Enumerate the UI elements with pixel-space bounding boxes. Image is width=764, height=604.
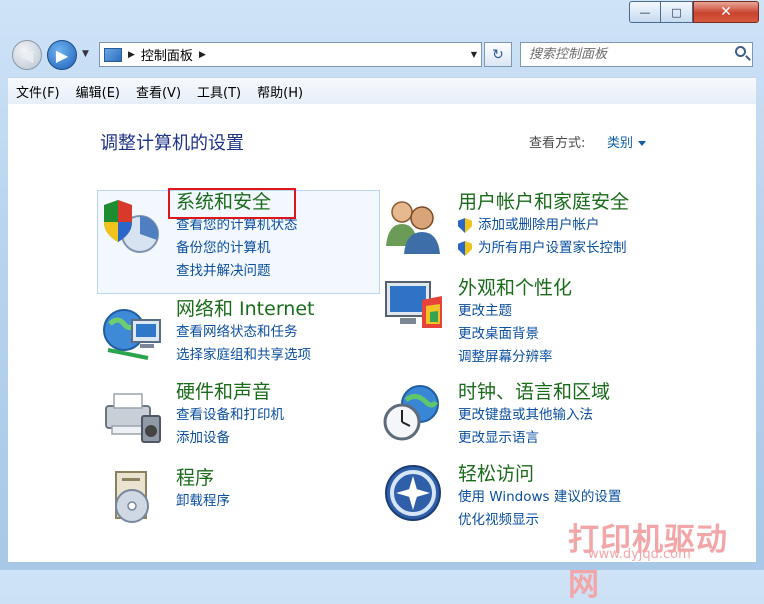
category-title-network-internet[interactable]: 网络和 Internet <box>176 297 314 321</box>
menu-edit[interactable]: 编辑(E) <box>68 82 128 101</box>
link-windows-recommended-settings[interactable]: 使用 Windows 建议的设置 <box>458 486 621 509</box>
view-by-label: 查看方式: <box>529 136 586 151</box>
back-button[interactable]: ◀ <box>12 40 42 70</box>
appearance-personalization-icon <box>385 281 442 328</box>
category-title-appearance[interactable]: 外观和个性化 <box>458 276 572 300</box>
link-homegroup-sharing[interactable]: 选择家庭组和共享选项 <box>176 344 314 367</box>
recent-pages-dropdown[interactable]: ▼ <box>82 49 89 59</box>
category-title-ease-of-access[interactable]: 轻松访问 <box>458 462 621 486</box>
menu-help[interactable]: 帮助(H) <box>249 82 311 101</box>
forward-button[interactable]: ▶ <box>47 40 77 70</box>
clock-language-region-icon <box>383 385 439 441</box>
category-title-user-accounts[interactable]: 用户帐户和家庭安全 <box>458 190 629 214</box>
category-clock-language-region: 时钟、语言和区域 更改键盘或其他输入法 更改显示语言 <box>458 380 610 450</box>
link-view-network-status[interactable]: 查看网络状态和任务 <box>176 321 314 344</box>
category-programs: 程序 卸载程序 <box>176 466 230 513</box>
category-title-programs[interactable]: 程序 <box>176 466 230 490</box>
view-by-value[interactable]: 类别 <box>607 136 633 151</box>
menu-tools[interactable]: 工具(T) <box>189 82 249 101</box>
link-parental-controls[interactable]: 为所有用户设置家长控制 <box>458 237 629 260</box>
breadcrumb-control-panel[interactable]: 控制面板 <box>141 45 193 64</box>
link-adjust-resolution[interactable]: 调整屏幕分辨率 <box>458 346 572 369</box>
menu-view[interactable]: 查看(V) <box>128 82 189 101</box>
address-dropdown-icon[interactable]: ▼ <box>471 50 477 59</box>
link-change-theme[interactable]: 更改主题 <box>458 300 572 323</box>
category-user-accounts: 用户帐户和家庭安全 添加或删除用户帐户 为所有用户设置家长控制 <box>458 190 629 260</box>
breadcrumb-separator-icon[interactable]: ▶ <box>199 50 206 60</box>
link-uninstall-program[interactable]: 卸载程序 <box>176 490 230 513</box>
menu-bar: 文件(F) 编辑(E) 查看(V) 工具(T) 帮助(H) <box>8 77 756 105</box>
search-box[interactable] <box>520 42 753 67</box>
programs-icon <box>115 471 149 523</box>
link-change-keyboard[interactable]: 更改键盘或其他输入法 <box>458 404 610 427</box>
control-panel-icon <box>104 47 122 62</box>
menu-file[interactable]: 文件(F) <box>8 82 68 101</box>
user-accounts-icon <box>386 201 440 254</box>
link-change-desktop-background[interactable]: 更改桌面背景 <box>458 323 572 346</box>
ease-of-access-icon <box>385 465 441 521</box>
maximize-button[interactable]: □ <box>661 1 693 23</box>
page-title: 调整计算机的设置 <box>100 133 244 154</box>
category-appearance-personalization: 外观和个性化 更改主题 更改桌面背景 调整屏幕分辨率 <box>458 276 572 369</box>
link-devices-printers[interactable]: 查看设备和打印机 <box>176 404 284 427</box>
search-icon[interactable] <box>735 46 746 57</box>
category-title-hardware-sound[interactable]: 硬件和声音 <box>176 380 284 404</box>
link-add-device[interactable]: 添加设备 <box>176 427 284 450</box>
minimize-button[interactable]: — <box>629 1 661 23</box>
link-change-display-language[interactable]: 更改显示语言 <box>458 427 610 450</box>
category-hardware-sound: 硬件和声音 查看设备和打印机 添加设备 <box>176 380 284 450</box>
hardware-sound-icon <box>105 393 161 443</box>
refresh-button[interactable]: ↻ <box>484 42 512 67</box>
dropdown-caret-icon[interactable] <box>638 141 647 146</box>
search-input[interactable] <box>527 46 731 63</box>
content-pane: 调整计算机的设置 查看方式: 类别 系统和安全 查看您的计算机状态 备份您的计算… <box>8 104 756 603</box>
system-security-icon <box>104 200 159 253</box>
breadcrumb-separator-icon[interactable]: ▶ <box>128 50 135 60</box>
link-add-remove-accounts[interactable]: 添加或删除用户帐户 <box>458 214 629 237</box>
category-title-clock-language[interactable]: 时钟、语言和区域 <box>458 380 610 404</box>
address-bar[interactable]: ▶ 控制面板 ▶ ▼ <box>99 42 482 67</box>
watermark-url: www.dyjqd.com <box>588 547 691 562</box>
link-troubleshoot[interactable]: 查找并解决问题 <box>176 260 298 283</box>
close-button[interactable]: ✕ <box>693 1 759 23</box>
network-internet-icon <box>103 309 161 360</box>
annotation-highlight-box <box>168 188 296 219</box>
view-by-dropdown[interactable]: 类别 <box>607 132 647 151</box>
category-network-internet: 网络和 Internet 查看网络状态和任务 选择家庭组和共享选项 <box>176 297 314 367</box>
link-backup-computer[interactable]: 备份您的计算机 <box>176 237 298 260</box>
